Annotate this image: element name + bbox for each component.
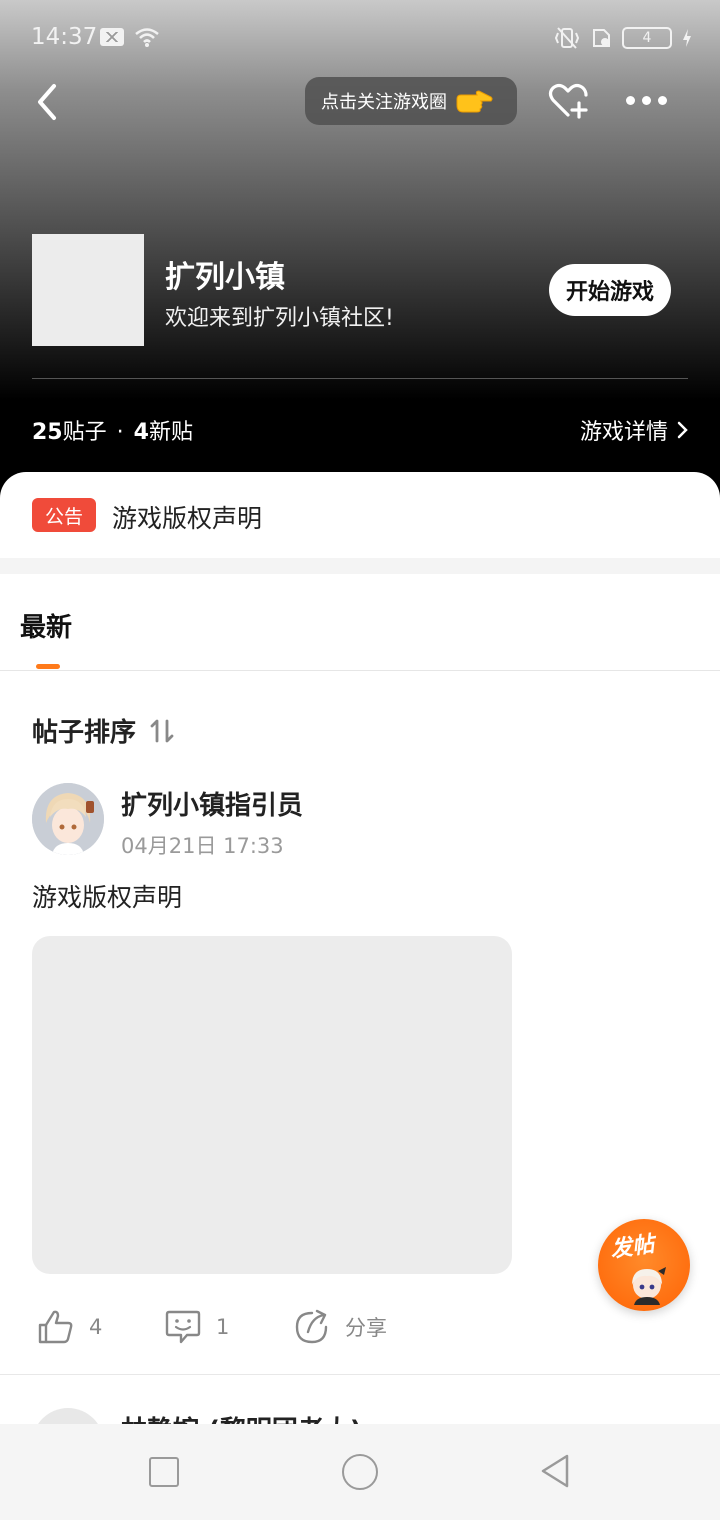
sort-label: 帖子排序	[32, 718, 137, 748]
next-post-author: 林静婉 (黎明团老大)	[121, 1410, 362, 1424]
mail-notification-icon	[100, 28, 124, 46]
pointing-hand-icon	[456, 90, 493, 113]
charging-icon	[683, 29, 691, 47]
create-post-label: 发帖	[608, 1232, 656, 1263]
game-header: 14:37 4 点击关注游戏圈 扩列小镇 欢迎来到扩列小镇社区! 开始游戏 25…	[0, 0, 720, 500]
post-time: 04月21日 17:33	[121, 834, 284, 858]
post-text[interactable]: 游戏版权声明	[32, 878, 182, 914]
next-post-preview[interactable]: 林静婉 (黎明团老大)	[0, 1402, 720, 1424]
game-title: 扩列小镇	[165, 260, 285, 295]
next-author-avatar	[32, 1408, 104, 1424]
posts-label: 贴子	[62, 420, 107, 445]
battery-icon: 4	[622, 27, 672, 49]
system-navigation-bar	[0, 1424, 720, 1520]
post-sort-control[interactable]: 帖子排序	[32, 712, 176, 749]
tab-latest[interactable]: 最新	[20, 607, 72, 644]
status-bar: 14:37 4	[0, 0, 720, 76]
back-arrow-icon[interactable]	[28, 80, 68, 124]
share-button[interactable]: 分享	[293, 1308, 387, 1346]
notice-text: 游戏版权声明	[112, 504, 263, 533]
section-gap	[0, 558, 720, 574]
posts-count: 25	[32, 420, 63, 445]
share-label: 分享	[345, 1316, 387, 1340]
new-posts-label: 新贴	[148, 420, 193, 445]
like-count: 4	[89, 1315, 103, 1339]
header-divider	[32, 378, 688, 379]
tab-divider	[0, 670, 720, 671]
game-details-link[interactable]: 游戏详情	[580, 414, 690, 446]
sim-icon	[593, 29, 610, 47]
avatar-character-icon	[32, 783, 104, 855]
favorite-add-icon[interactable]	[546, 79, 590, 123]
tab-active-indicator	[36, 664, 60, 669]
start-game-button[interactable]: 开始游戏	[549, 264, 671, 316]
new-posts-count: 4	[133, 420, 149, 445]
comment-count: 1	[216, 1315, 230, 1339]
game-subtitle: 欢迎来到扩列小镇社区!	[165, 306, 394, 331]
post-author[interactable]: 扩列小镇指引员	[121, 785, 303, 822]
create-post-button[interactable]: 发帖	[598, 1219, 690, 1311]
game-cover-image	[32, 234, 144, 346]
chevron-right-icon	[677, 421, 688, 439]
comment-icon	[165, 1310, 201, 1344]
share-icon	[295, 1309, 328, 1344]
comment-button[interactable]: 1	[164, 1308, 229, 1346]
follow-game-circle-button[interactable]: 点击关注游戏圈	[305, 77, 517, 125]
game-details-label: 游戏详情	[579, 420, 668, 445]
vibrate-icon	[554, 27, 580, 49]
recent-apps-icon[interactable]	[149, 1457, 179, 1487]
mascot-icon	[632, 1267, 666, 1305]
like-button[interactable]: 4	[37, 1308, 102, 1346]
post-actions: 4 1 分享	[0, 1308, 720, 1352]
sort-icon	[150, 719, 174, 742]
home-icon[interactable]	[342, 1454, 378, 1490]
post-image[interactable]	[32, 936, 512, 1274]
more-options-icon[interactable]	[626, 90, 670, 110]
wifi-icon	[135, 28, 159, 47]
follow-label: 点击关注游戏圈	[321, 92, 447, 113]
game-stats: 25贴子 · 4新贴	[32, 414, 193, 446]
author-avatar[interactable]	[32, 783, 104, 855]
stats-separator: ·	[116, 420, 124, 445]
thumbs-up-icon	[38, 1310, 73, 1344]
post-divider	[0, 1374, 720, 1375]
system-back-icon[interactable]	[538, 1452, 572, 1490]
notice-row[interactable]: 公告 游戏版权声明	[0, 472, 720, 558]
status-time: 14:37	[31, 24, 98, 50]
notice-badge: 公告	[32, 498, 96, 532]
